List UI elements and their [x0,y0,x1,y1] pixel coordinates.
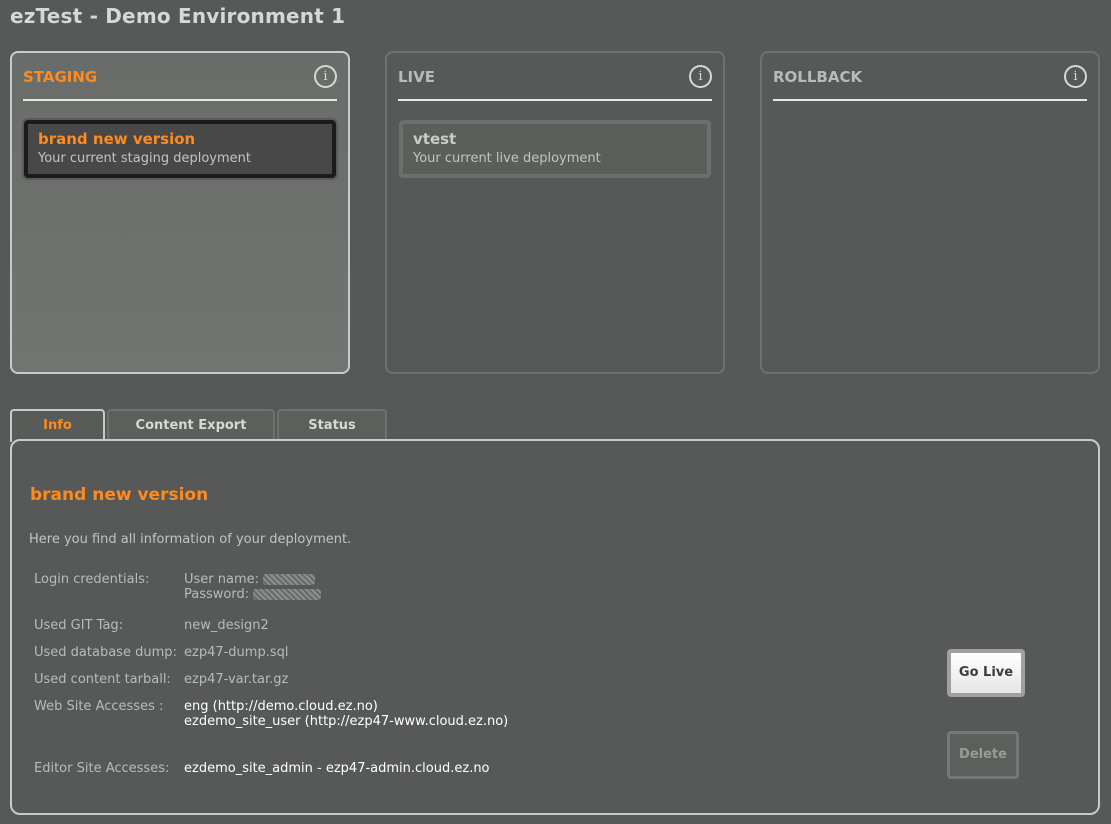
tarball-value: ezp47-var.tar.gz [184,672,289,687]
git-tag-value: new_design2 [184,618,269,633]
tab-status[interactable]: Status [277,409,387,441]
web-access-values: eng (http://demo.cloud.ez.no) ezdemo_sit… [184,699,508,729]
redacted-password [253,589,322,600]
deployment-subtitle: Your current live deployment [413,151,601,166]
tab-info[interactable]: Info [10,409,105,442]
credentials-value: User name: Password: [184,572,322,602]
tab-content-export[interactable]: Content Export [107,409,275,441]
panel-header: LIVE i [398,63,712,101]
staging-panel: STAGING i brand new version Your current… [10,51,350,374]
deployment-title: vtest [413,130,457,148]
panel-title: STAGING [23,68,98,86]
live-deployment-card[interactable]: vtest Your current live deployment [399,120,711,178]
deployment-name: brand new version [30,485,209,505]
redacted-username [263,574,316,585]
deployment-title: brand new version [38,130,196,148]
panel-header: STAGING i [23,63,337,101]
info-panel: brand new version Here you find all info… [10,439,1100,815]
git-tag-label: Used GIT Tag: [34,618,124,633]
app-title: ezTest - Demo Environment 1 [10,4,346,28]
web-access-link[interactable]: eng (http://demo.cloud.ez.no) [184,699,378,714]
password-label: Password: [184,587,250,602]
staging-deployment-card[interactable]: brand new version Your current staging d… [24,120,336,178]
rollback-panel: ROLLBACK i [760,51,1100,374]
delete-button[interactable]: Delete [947,731,1019,779]
tarball-label: Used content tarball: [34,672,171,687]
info-description: Here you find all information of your de… [29,532,352,547]
panel-header: ROLLBACK i [773,63,1087,101]
login-label: Login credentials: [34,572,150,587]
deployment-subtitle: Your current staging deployment [38,151,251,166]
web-access-label: Web Site Accesses : [34,699,164,714]
username-label: User name: [184,572,260,587]
editor-access-label: Editor Site Accesses: [34,761,170,776]
info-icon[interactable]: i [314,65,337,88]
panel-title: ROLLBACK [773,68,863,86]
web-access-link[interactable]: ezdemo_site_user (http://ezp47-www.cloud… [184,714,508,729]
live-panel: LIVE i vtest Your current live deploymen… [385,51,725,374]
panel-title: LIVE [398,68,435,86]
db-dump-label: Used database dump: [34,645,177,660]
editor-access-value[interactable]: ezdemo_site_admin - ezp47-admin.cloud.ez… [184,761,490,776]
info-icon[interactable]: i [689,65,712,88]
go-live-button[interactable]: Go Live [947,649,1025,697]
info-icon[interactable]: i [1064,65,1087,88]
db-dump-value: ezp47-dump.sql [184,645,289,660]
